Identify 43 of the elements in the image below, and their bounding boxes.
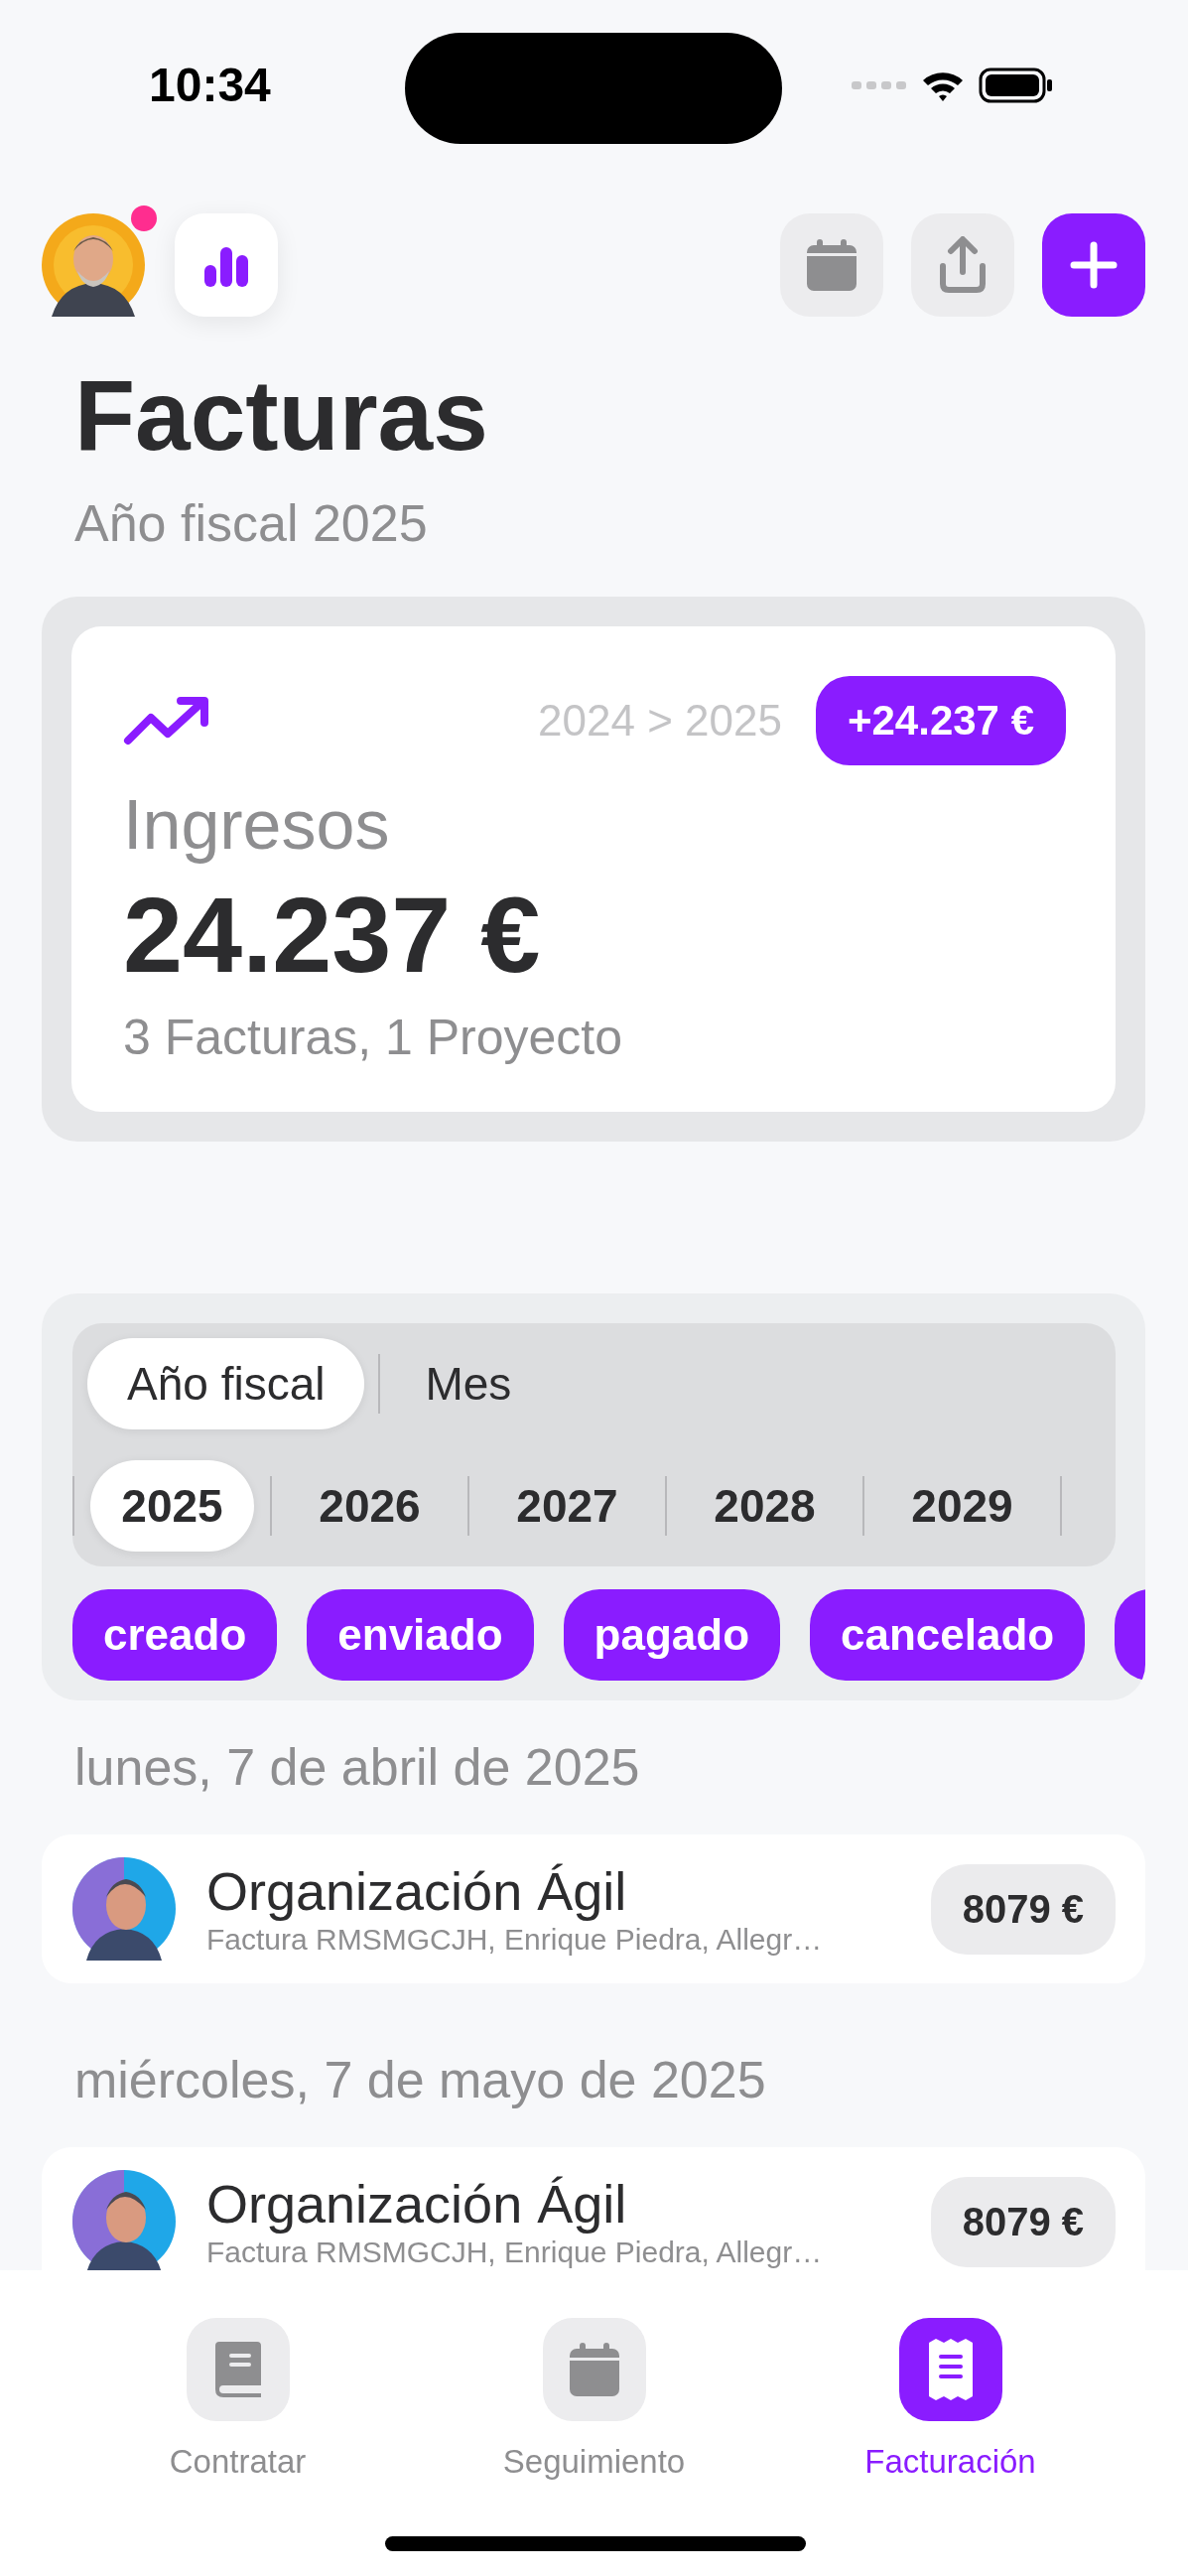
status-time: 10:34: [149, 58, 271, 112]
summary-label: Ingresos: [123, 785, 391, 866]
trend-up-icon: [123, 696, 210, 746]
date-heading: miércoles, 7 de mayo de 2025: [74, 2050, 767, 2110]
book-icon: [212, 2342, 263, 2397]
invoice-row[interactable]: Organización Ágil Factura RMSMGCJH, Enrique Piedra, Allegr… 8079 €: [42, 2147, 1145, 2270]
tab-bar-item[interactable]: Facturación: [801, 2318, 1100, 2481]
chart-button[interactable]: [175, 213, 278, 317]
date-heading: lunes, 7 de abril de 2025: [74, 1737, 641, 1798]
status-chip[interactable]: cancelado: [810, 1589, 1086, 1681]
comparison-label: 2024 > 2025: [538, 696, 782, 746]
plus-icon: [1070, 241, 1118, 289]
page-subtitle: Año fiscal 2025: [74, 493, 429, 553]
calendar-button[interactable]: [780, 213, 883, 317]
amount-badge: 8079 €: [930, 1863, 1116, 1955]
amount-badge: 8079 €: [930, 2176, 1116, 2267]
period-tab[interactable]: Mes: [380, 1338, 557, 1429]
summary-detail: 3 Facturas, 1 Proyecto: [123, 1009, 623, 1067]
share-icon: [937, 236, 989, 294]
calendar-icon: [569, 2343, 619, 2396]
client-name: Organización Ágil: [206, 2173, 628, 2235]
signal-icon: [852, 79, 907, 91]
page-title: Facturas: [74, 360, 489, 470]
receipt-icon: [928, 2339, 973, 2400]
battery-icon: [979, 68, 1054, 103]
year-tab[interactable]: 2025: [90, 1460, 254, 1552]
year-tab[interactable]: 2028: [683, 1460, 847, 1552]
share-button[interactable]: [911, 213, 1014, 317]
invoice-detail: Factura RMSMGCJH, Enrique Piedra, Allegr…: [206, 2235, 824, 2270]
invoice-row[interactable]: Organización Ágil Factura RMSMGCJH, Enrique Piedra, Allegr… 8079 €: [42, 1834, 1145, 1983]
status-chip[interactable]: creado: [72, 1589, 278, 1681]
period-tab[interactable]: Año fiscal: [87, 1338, 365, 1429]
status-chip[interactable]: pagado: [563, 1589, 781, 1681]
summary-amount: 24.237 €: [123, 875, 542, 996]
add-button[interactable]: [1042, 213, 1145, 317]
year-tab[interactable]: 2027: [485, 1460, 649, 1552]
change-badge: +24.237 €: [816, 676, 1066, 765]
year-tab[interactable]: 2026: [288, 1460, 452, 1552]
year-tab[interactable]: 2029: [880, 1460, 1044, 1552]
status-chip[interactable]: enviado: [307, 1589, 534, 1681]
calendar-icon: [807, 239, 857, 291]
client-name: Organización Ágil: [206, 1860, 628, 1922]
invoice-detail: Factura RMSMGCJH, Enrique Piedra, Allegr…: [206, 1922, 824, 1958]
